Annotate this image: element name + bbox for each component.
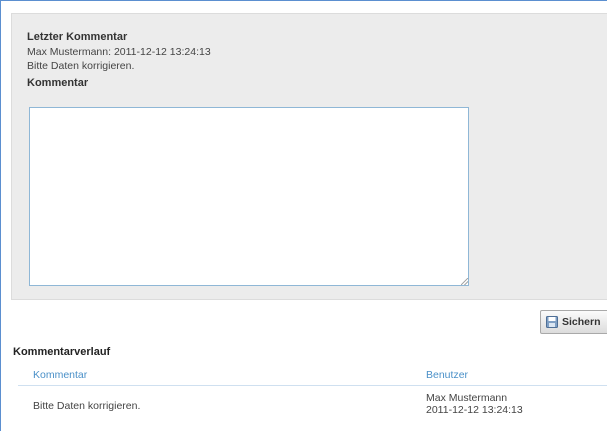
column-header-user[interactable]: Benutzer xyxy=(426,369,468,381)
save-button[interactable]: Sichern xyxy=(540,310,607,334)
floppy-disk-icon xyxy=(546,316,558,328)
frame-left-border xyxy=(0,0,1,431)
history-table: Kommentar Benutzer Bitte Daten korrigier… xyxy=(18,363,607,426)
frame-top-border xyxy=(0,0,607,1)
history-cell-user-name: Max Mustermann xyxy=(426,392,508,404)
history-heading: Kommentarverlauf xyxy=(13,346,111,358)
textarea-resize-handle[interactable] xyxy=(461,278,468,285)
comment-textarea[interactable] xyxy=(29,107,469,286)
last-comment-author-timestamp: Max Mustermann: 2011-12-12 13:24:13 xyxy=(27,46,211,58)
column-header-comment[interactable]: Kommentar xyxy=(33,369,87,381)
comment-panel: Letzter Kommentar Max Mustermann: 2011-1… xyxy=(11,13,607,300)
history-cell-comment: Bitte Daten korrigieren. xyxy=(33,400,141,412)
history-cell-user: Max Mustermann 2011-12-12 13:24:13 xyxy=(426,392,523,416)
table-row: Bitte Daten korrigieren. Max Mustermann … xyxy=(18,386,607,426)
comment-field-label: Kommentar xyxy=(27,77,89,89)
history-table-header: Kommentar Benutzer xyxy=(18,363,607,386)
history-cell-timestamp: 2011-12-12 13:24:13 xyxy=(426,404,523,416)
last-comment-text: Bitte Daten korrigieren. xyxy=(27,60,135,72)
save-button-label: Sichern xyxy=(562,316,601,328)
last-comment-heading: Letzter Kommentar xyxy=(27,31,128,43)
